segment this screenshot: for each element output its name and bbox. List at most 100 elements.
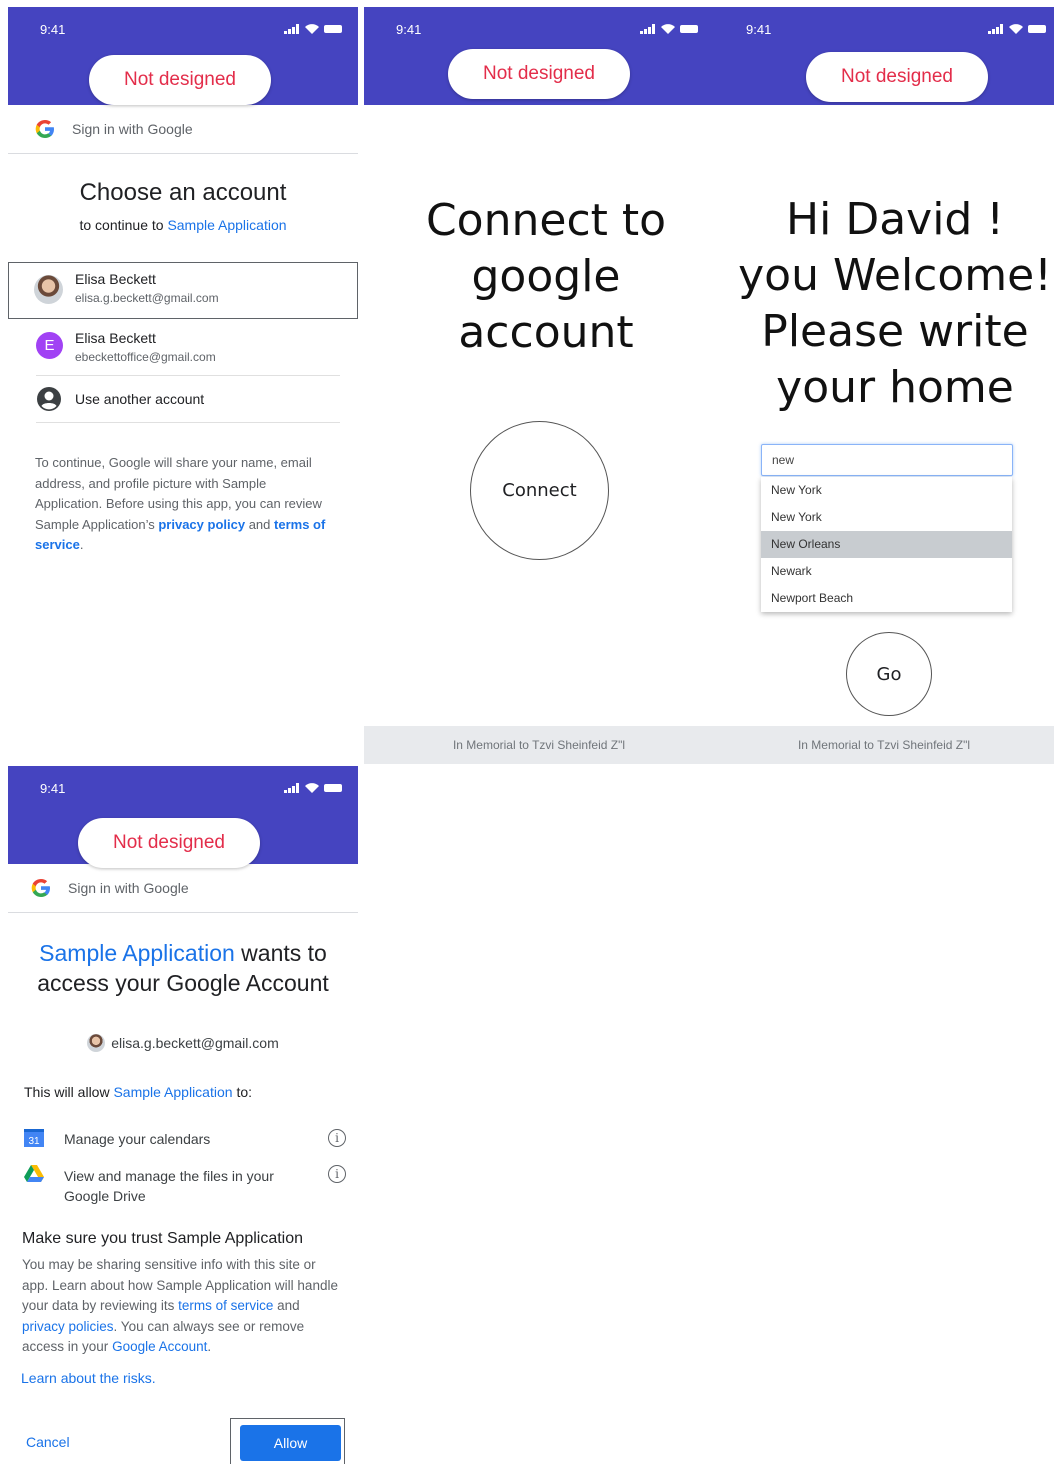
account-row[interactable]: E Elisa Beckett ebeckettoffice@gmail.com <box>8 319 356 375</box>
dropdown-option[interactable]: Newport Beach <box>761 585 1012 612</box>
status-time: 9:41 <box>396 22 422 37</box>
title-line: account <box>458 307 634 358</box>
period-text: . <box>207 1339 212 1354</box>
battery-icon <box>1028 24 1046 33</box>
account-row[interactable]: Elisa Beckett elisa.g.beckett@gmail.com <box>8 262 358 319</box>
learn-risks-link[interactable]: Learn about the risks. <box>21 1370 156 1386</box>
permission-row: View and manage the files in your Google… <box>8 1162 358 1208</box>
wifi-icon <box>305 783 319 793</box>
calendar-icon: 31 <box>24 1129 44 1147</box>
google-signin-bar: Sign in with Google <box>8 105 358 154</box>
not-designed-badge: Not designed <box>448 49 630 99</box>
account-name: Elisa Beckett <box>75 271 156 287</box>
status-time: 9:41 <box>40 22 66 37</box>
app-header: 9:41 Not designed <box>8 7 358 105</box>
google-bar-label: Sign in with Google <box>68 880 189 896</box>
and-text: and <box>248 516 271 532</box>
trust-title: Make sure you trust Sample Application <box>22 1230 304 1247</box>
allow-intro: This will allow Sample Application to: <box>24 1084 252 1100</box>
status-icons <box>988 23 1046 34</box>
permission-row: 31 Manage your calendars i <box>8 1126 358 1154</box>
avatar: E <box>36 332 63 359</box>
screen-choose-account: 9:41 Not designed Sign in with Google Ch… <box>8 7 358 697</box>
app-header: 9:41 Not designed <box>364 7 714 105</box>
memorial-footer: In Memorial to Tzvi Sheinfeid Z"l <box>364 726 714 764</box>
privacy-policies-link[interactable]: privacy policies <box>22 1319 114 1334</box>
dropdown-option[interactable]: Newark <box>761 558 1012 585</box>
dropdown-option[interactable]: New York <box>761 504 1012 531</box>
allow-intro-pre: This will allow <box>24 1084 110 1100</box>
use-another-label: Use another account <box>75 391 205 407</box>
account-name: Elisa Beckett <box>75 330 156 346</box>
chooser-subtitle: to continue to Sample Application <box>8 217 358 233</box>
trust-body: You may be sharing sensitive info with t… <box>22 1255 340 1358</box>
not-designed-badge: Not designed <box>806 52 988 102</box>
memorial-footer: In Memorial to Tzvi Sheinfeid Z"l <box>714 726 1054 764</box>
consent-title: Sample Application wants to access your … <box>28 938 338 998</box>
account-circle-icon <box>37 387 61 411</box>
privacy-policy-link[interactable]: privacy policy <box>158 517 245 532</box>
status-time: 9:41 <box>746 22 772 37</box>
info-icon[interactable]: i <box>328 1129 346 1147</box>
chooser-disclaimer: To continue, Google will share your name… <box>35 453 335 556</box>
title-line: google <box>471 251 621 302</box>
google-logo-icon <box>35 120 54 138</box>
dropdown-option-selected[interactable]: New Orleans <box>761 531 1012 558</box>
period-text: . <box>79 537 84 552</box>
title-line: Hi David ! <box>786 194 1004 245</box>
city-dropdown: New York New York New Orleans Newark New… <box>761 477 1012 612</box>
status-icons <box>640 23 698 34</box>
permission-label: View and manage the files in your Google… <box>64 1168 274 1204</box>
wifi-icon <box>305 24 319 34</box>
app-name-link[interactable]: Sample Application <box>39 940 235 966</box>
app-name-link[interactable]: Sample Application <box>113 1084 232 1100</box>
subtitle-prefix: to continue to <box>79 217 164 233</box>
consent-account: elisa.g.beckett@gmail.com <box>8 1034 358 1052</box>
app-name-link[interactable]: Sample Application <box>167 217 286 233</box>
status-time: 9:41 <box>40 781 66 796</box>
title-line: Connect to <box>425 195 667 246</box>
drive-icon <box>24 1165 44 1182</box>
connect-button[interactable]: Connect <box>470 421 609 560</box>
screen-connect: 9:41 Not designed Connect to google acco… <box>364 7 714 764</box>
battery-icon <box>680 24 698 33</box>
dropdown-option[interactable]: New York <box>761 477 1012 504</box>
signal-icon <box>284 23 299 34</box>
battery-icon <box>324 783 342 792</box>
home-title: Hi David ! you Welcome! Please write you… <box>714 192 1054 416</box>
wifi-icon <box>661 24 675 34</box>
google-logo-icon <box>31 879 50 897</box>
allow-intro-post: to: <box>236 1084 253 1100</box>
connect-title: Connect to google account <box>364 193 714 361</box>
google-signin-bar: Sign in with Google <box>8 864 358 913</box>
allow-button-frame: Allow <box>230 1418 345 1464</box>
permission-label: Manage your calendars <box>64 1131 211 1147</box>
avatar <box>87 1034 106 1052</box>
app-header: 9:41 Not designed <box>714 7 1054 105</box>
use-another-account[interactable]: Use another account <box>8 376 356 422</box>
cancel-button[interactable]: Cancel <box>26 1434 70 1450</box>
wifi-icon <box>1009 24 1023 34</box>
terms-link[interactable]: terms of service <box>178 1298 273 1313</box>
title-line: you Welcome! <box>738 250 1052 301</box>
google-bar-label: Sign in with Google <box>72 121 193 137</box>
avatar <box>34 275 63 304</box>
not-designed-badge: Not designed <box>89 55 271 105</box>
title-line: your home <box>776 362 1014 413</box>
google-account-link[interactable]: Google Account <box>112 1339 207 1354</box>
title-line: Please write <box>761 306 1029 357</box>
go-button[interactable]: Go <box>846 632 932 716</box>
status-icons <box>284 782 342 793</box>
not-designed-badge: Not designed <box>78 818 260 868</box>
consent-email: elisa.g.beckett@gmail.com <box>111 1035 279 1051</box>
allow-button[interactable]: Allow <box>240 1425 341 1461</box>
chooser-title: Choose an account <box>79 179 287 206</box>
status-icons <box>284 23 342 34</box>
info-icon[interactable]: i <box>328 1165 346 1183</box>
screen-consent: 9:41 Not designed Sign in with Google Sa… <box>8 766 358 1464</box>
city-input[interactable]: new <box>761 444 1013 476</box>
account-email: ebeckettoffice@gmail.com <box>75 350 216 364</box>
divider <box>36 422 340 423</box>
and-text: and <box>277 1298 300 1313</box>
account-email: elisa.g.beckett@gmail.com <box>75 291 219 305</box>
